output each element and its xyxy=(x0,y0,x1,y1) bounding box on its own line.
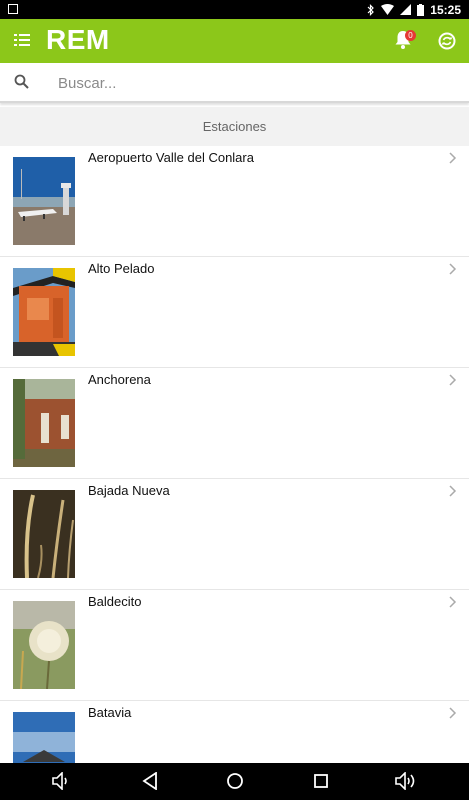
app-title: REM xyxy=(46,24,110,55)
wifi-icon xyxy=(381,4,395,15)
station-name: Bajada Nueva xyxy=(88,483,170,498)
stations-list: Aeropuerto Valle del Conlara Alto Pelado xyxy=(0,146,469,763)
list-item[interactable]: Bajada Nueva xyxy=(0,479,469,590)
battery-icon xyxy=(417,3,425,16)
chevron-right-icon xyxy=(449,374,457,386)
search-input[interactable] xyxy=(56,70,450,96)
station-name: Aeropuerto Valle del Conlara xyxy=(88,150,254,165)
menu-icon[interactable] xyxy=(14,34,30,46)
station-thumbnail xyxy=(13,490,75,578)
list-item[interactable]: Anchorena xyxy=(0,368,469,479)
chevron-right-icon xyxy=(449,263,457,275)
list-item[interactable]: Baldecito xyxy=(0,590,469,701)
station-thumbnail xyxy=(13,601,75,689)
recents-icon[interactable] xyxy=(313,772,329,790)
screenshot-notification-icon xyxy=(8,4,18,14)
clock: 15:25 xyxy=(430,2,461,17)
volume-down-icon[interactable] xyxy=(52,772,72,790)
station-thumbnail xyxy=(13,379,75,467)
station-name: Alto Pelado xyxy=(88,261,155,276)
volume-up-icon[interactable] xyxy=(395,772,419,790)
chevron-right-icon xyxy=(449,596,457,608)
chevron-right-icon xyxy=(449,152,457,164)
status-bar: 15:25 xyxy=(0,0,469,19)
home-icon[interactable] xyxy=(226,772,244,790)
station-name: Anchorena xyxy=(88,372,151,387)
list-item[interactable]: Batavia xyxy=(0,701,469,763)
section-header: Estaciones xyxy=(0,107,469,146)
sync-icon[interactable] xyxy=(437,31,457,51)
station-thumbnail xyxy=(13,157,75,245)
back-icon[interactable] xyxy=(142,772,158,790)
system-nav-bar xyxy=(0,763,469,800)
list-item[interactable]: Aeropuerto Valle del Conlara xyxy=(0,146,469,257)
notification-badge: 0 xyxy=(405,30,416,41)
station-name: Baldecito xyxy=(88,594,142,609)
chevron-right-icon xyxy=(449,707,457,719)
bluetooth-icon xyxy=(367,3,375,16)
list-item[interactable]: Alto Pelado xyxy=(0,257,469,368)
station-name: Batavia xyxy=(88,705,132,720)
signal-icon xyxy=(400,4,412,15)
station-thumbnail xyxy=(13,712,75,763)
station-thumbnail xyxy=(13,268,75,356)
app-bar: REM 0 xyxy=(0,19,469,63)
search-icon xyxy=(14,74,29,89)
chevron-right-icon xyxy=(449,485,457,497)
search-bar xyxy=(0,63,469,103)
